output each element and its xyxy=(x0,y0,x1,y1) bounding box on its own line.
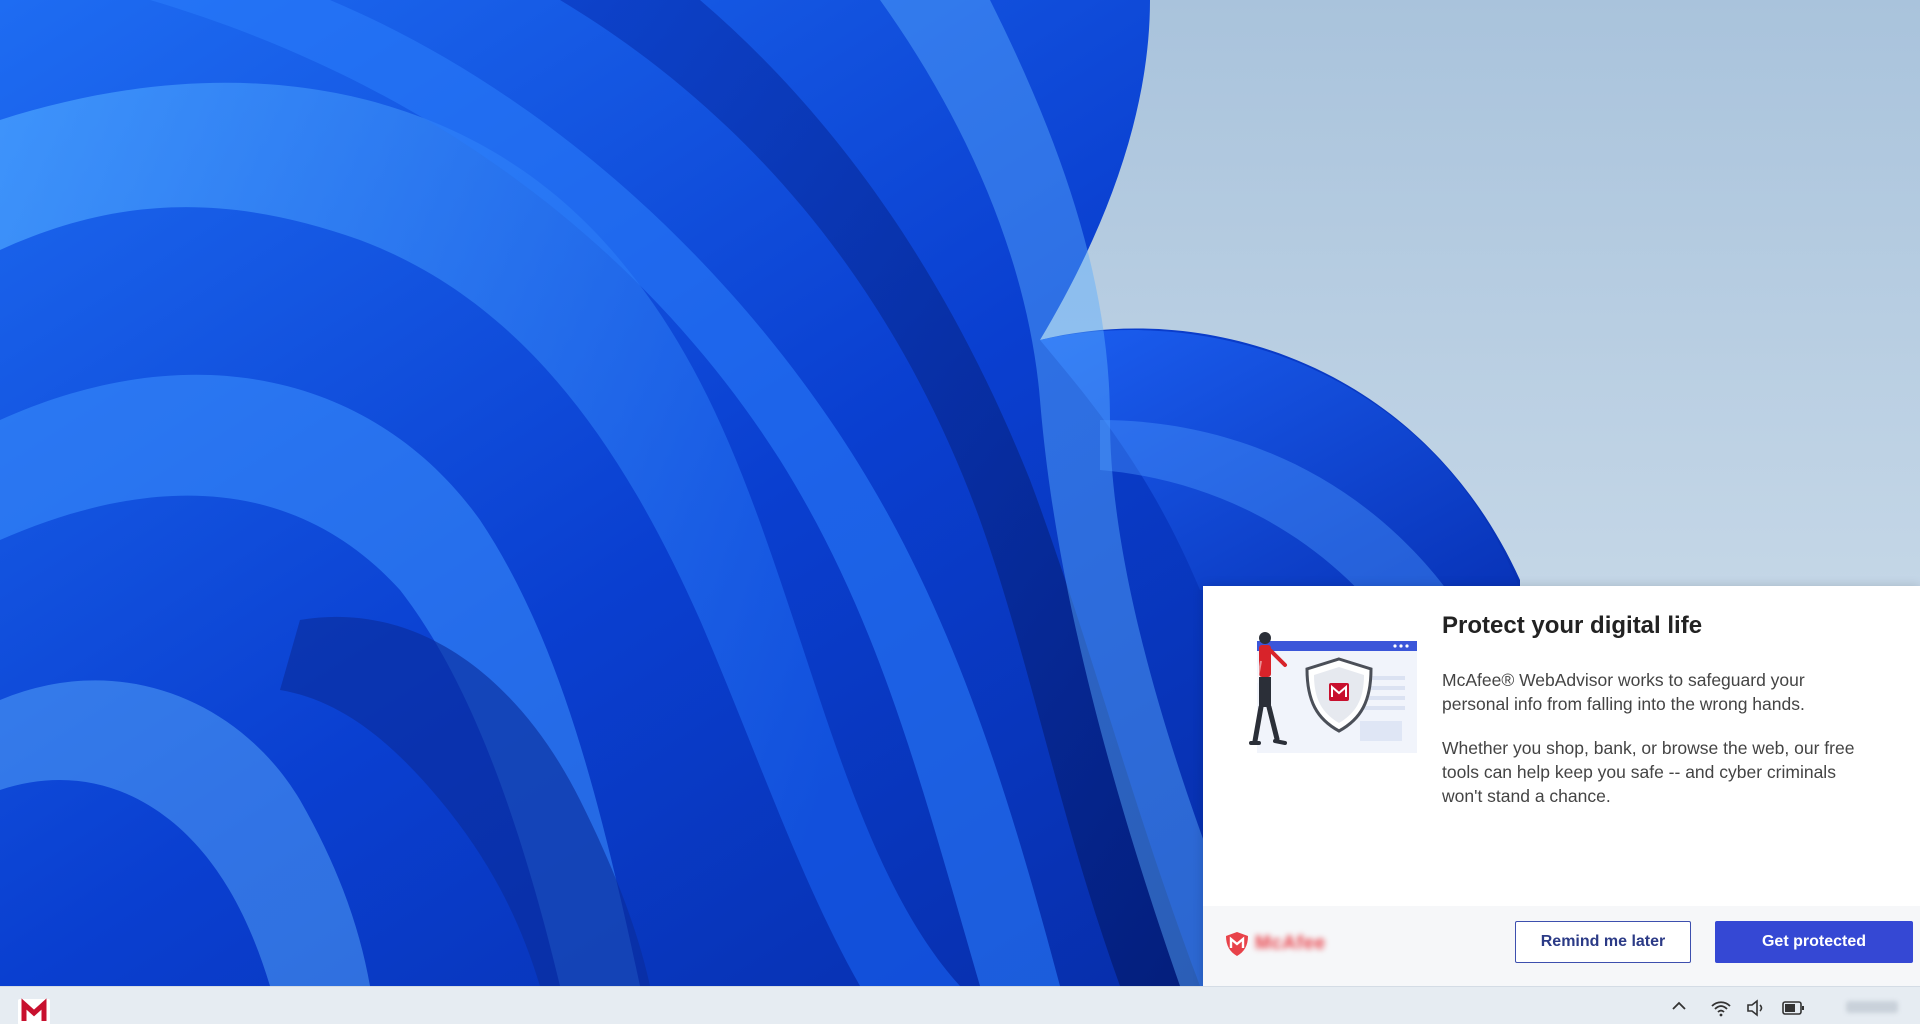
toast-description: McAfee® WebAdvisor works to safeguard yo… xyxy=(1442,670,1805,714)
mcafee-m-icon[interactable] xyxy=(14,995,54,1024)
brand-logo: McAfee xyxy=(1225,931,1326,957)
desktop: Protect your digital life McAfee® WebAdv… xyxy=(0,0,1920,1024)
battery-icon[interactable] xyxy=(1782,999,1806,1017)
get-protected-button[interactable]: Get protected xyxy=(1715,921,1913,963)
chevron-up-icon[interactable] xyxy=(1671,999,1687,1013)
webadvisor-toast: Protect your digital life McAfee® WebAdv… xyxy=(1203,586,1920,986)
volume-icon[interactable] xyxy=(1746,999,1766,1017)
toast-title: Protect your digital life xyxy=(1442,612,1703,639)
tray-clock[interactable] xyxy=(1846,1001,1898,1013)
remind-later-button[interactable]: Remind me later xyxy=(1515,921,1691,963)
mcafee-shield-icon xyxy=(1226,932,1248,956)
toast-description-secondary: Whether you shop, bank, or browse the we… xyxy=(1442,738,1855,806)
person-with-shield-illustration xyxy=(1249,632,1417,753)
toast-footer: McAfee Remind me later Get protected xyxy=(1203,906,1920,986)
wifi-icon[interactable] xyxy=(1710,999,1732,1017)
taskbar xyxy=(0,986,1920,1024)
brand-name: McAfee xyxy=(1255,933,1326,954)
